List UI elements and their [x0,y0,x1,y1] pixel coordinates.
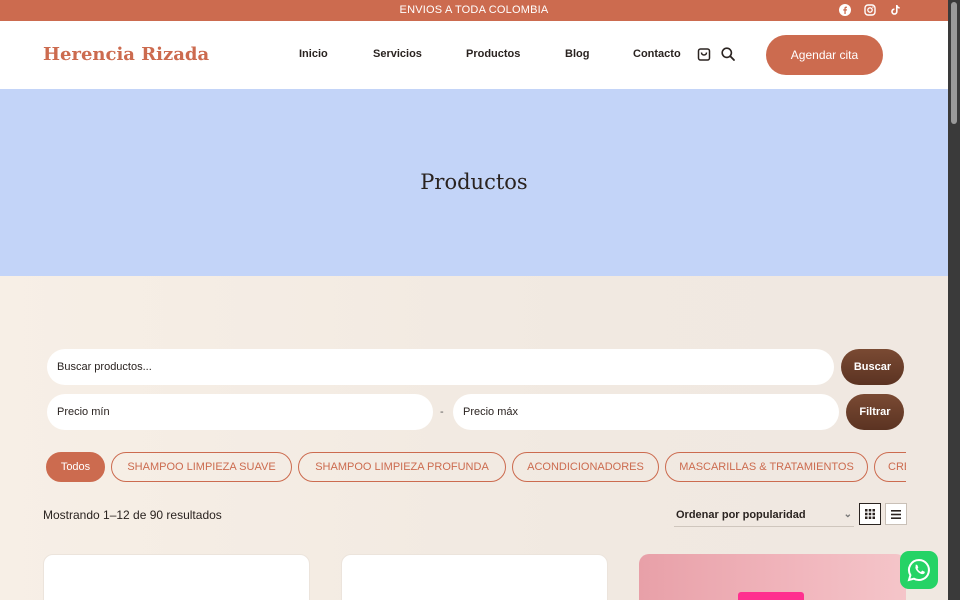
social-links [838,3,902,17]
grid-icon [865,509,875,519]
list-view-button[interactable] [885,503,907,525]
chip-cremas[interactable]: CREMAS [874,452,906,482]
search-button[interactable]: Buscar [841,349,904,385]
chip-todos[interactable]: Todos [46,452,105,482]
product-card[interactable] [43,554,310,600]
chevron-down-icon: ⌄ [843,509,852,520]
facebook-icon[interactable] [838,3,852,17]
page-title: Productos [420,170,528,194]
category-chips: Todos SHAMPOO LIMPIEZA SUAVE SHAMPOO LIM… [46,452,906,482]
shipping-notice: ENVIOS A TODA COLOMBIA [399,4,549,16]
site-header: Herencia Rizada Inicio Servicios Product… [0,21,948,89]
price-max-input[interactable]: Precio máx [453,394,839,430]
site-logo[interactable]: Herencia Rizada [43,44,209,65]
cart-icon[interactable] [696,46,712,67]
nav-contacto[interactable]: Contacto [633,48,681,60]
instagram-icon[interactable] [863,3,877,17]
result-count: Mostrando 1–12 de 90 resultados [43,508,222,522]
nav-servicios[interactable]: Servicios [373,48,422,60]
whatsapp-button[interactable] [900,551,938,589]
price-separator: - [440,406,444,418]
search-icon[interactable] [720,46,736,67]
list-icon [891,509,901,519]
chip-shampoo-suave[interactable]: SHAMPOO LIMPIEZA SUAVE [111,452,292,482]
tiktok-icon[interactable] [888,3,902,17]
header-icons [696,46,736,67]
product-search-input[interactable]: Buscar productos... [47,349,834,385]
grid-view-button[interactable] [859,503,881,525]
chip-mascarillas[interactable]: MASCARILLAS & TRATAMIENTOS [665,452,868,482]
nav-productos[interactable]: Productos [466,48,520,60]
nav-inicio[interactable]: Inicio [299,48,328,60]
page-hero: Productos [0,89,948,276]
chip-shampoo-profunda[interactable]: SHAMPOO LIMPIEZA PROFUNDA [298,452,506,482]
whatsapp-icon [907,558,930,582]
book-appointment-button[interactable]: Agendar cita [766,35,883,75]
scrollbar-thumb[interactable] [951,2,957,124]
product-card[interactable] [639,554,906,600]
sort-select[interactable]: Ordenar por popularidad ⌄ [674,503,854,527]
chip-acondicionadores[interactable]: ACONDICIONADORES [512,452,659,482]
sort-selected-label: Ordenar por popularidad [676,508,806,521]
shop-content [0,276,948,600]
product-card[interactable] [341,554,608,600]
page-scrollbar[interactable] [948,0,960,600]
nav-blog[interactable]: Blog [565,48,589,60]
filter-button[interactable]: Filtrar [846,394,904,430]
product-image [738,592,804,600]
price-min-input[interactable]: Precio mín [47,394,433,430]
announcement-bar: ENVIOS A TODA COLOMBIA [0,0,948,21]
